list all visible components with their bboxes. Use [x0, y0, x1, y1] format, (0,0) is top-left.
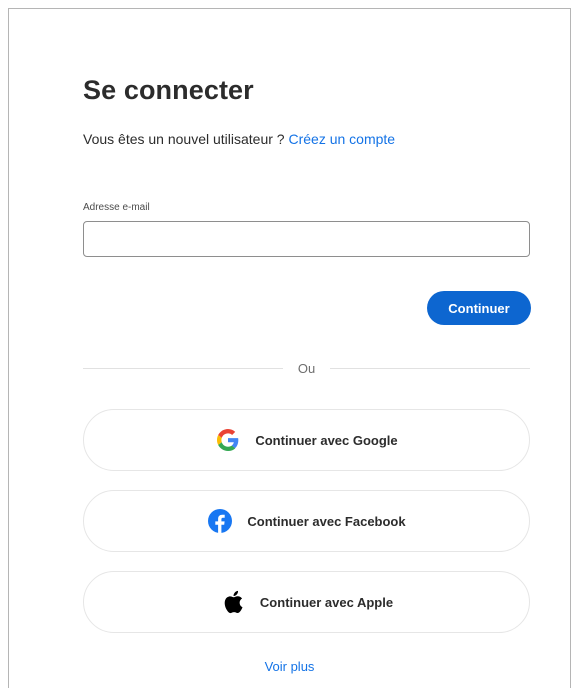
page-title: Se connecter [83, 75, 254, 105]
see-more-link[interactable]: Voir plus [9, 659, 570, 674]
or-divider: Ou [83, 361, 530, 376]
signin-card: Se connecter Vous êtes un nouvel utilisa… [8, 8, 571, 688]
google-icon [215, 427, 241, 453]
create-account-link[interactable]: Créez un compte [288, 131, 395, 147]
email-field[interactable] [83, 221, 530, 257]
google-button-label: Continuer avec Google [255, 432, 398, 448]
facebook-button-label: Continuer avec Facebook [247, 513, 406, 529]
email-label: Adresse e-mail [83, 202, 150, 213]
continue-with-apple-button[interactable]: Continuer avec Apple [83, 571, 530, 633]
continue-button[interactable]: Continuer [427, 291, 531, 325]
apple-button-label: Continuer avec Apple [259, 594, 394, 610]
signup-prompt-text: Vous êtes un nouvel utilisateur ? [83, 131, 289, 147]
divider-line-right [330, 368, 530, 369]
continue-with-facebook-button[interactable]: Continuer avec Facebook [83, 490, 530, 552]
signup-prompt: Vous êtes un nouvel utilisateur ? Créez … [83, 131, 395, 147]
apple-icon [220, 589, 246, 615]
facebook-icon [207, 508, 233, 534]
continue-with-google-button[interactable]: Continuer avec Google [83, 409, 530, 471]
